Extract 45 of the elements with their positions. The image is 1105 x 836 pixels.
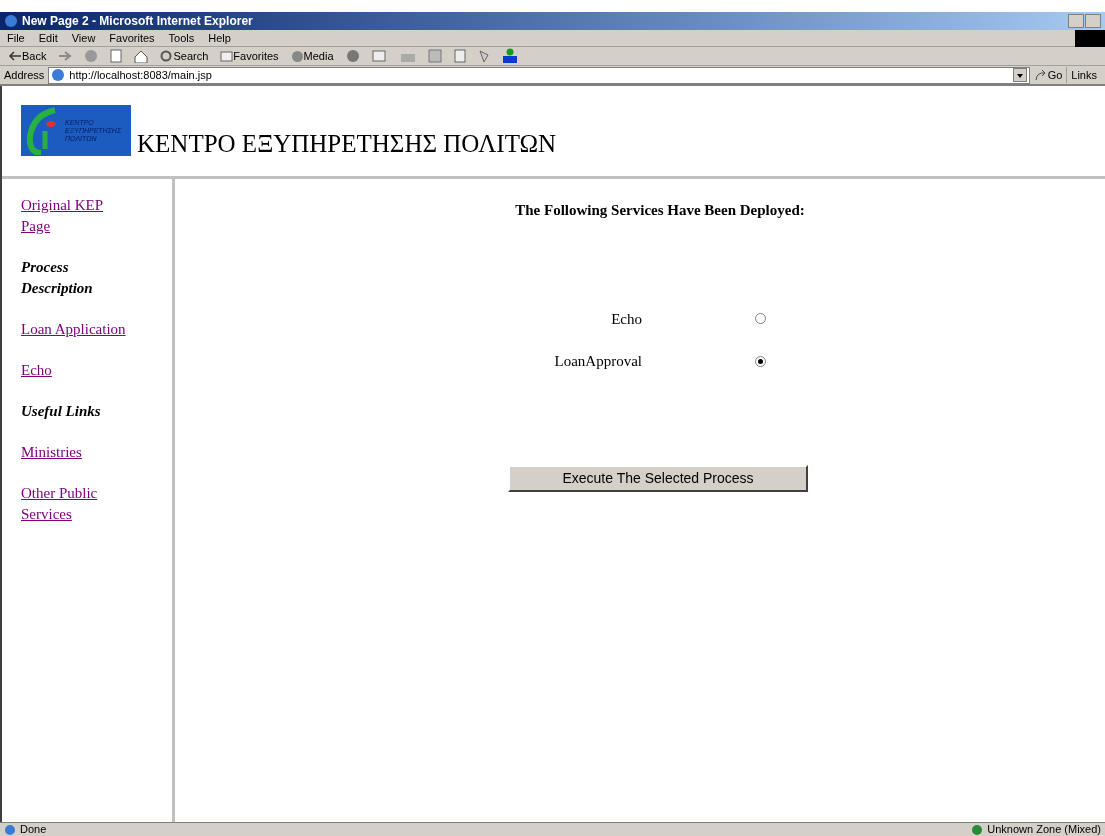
lite-icon[interactable] [501, 48, 518, 64]
menu-item[interactable]: Edit [31, 29, 65, 47]
service-radio[interactable] [754, 313, 766, 325]
menu-item[interactable]: Favorites [102, 29, 162, 47]
execute-button[interactable]: Execute The Selected Process [508, 464, 808, 492]
back-button[interactable]: Back [8, 47, 47, 65]
browser-icon [4, 14, 18, 28]
sidebar-link[interactable]: Original KEP Page [21, 195, 121, 237]
folder-icon [220, 50, 234, 62]
go-button[interactable]: Go [1033, 66, 1063, 84]
window-title: New Page 2 - Microsoft Internet Explorer [22, 13, 253, 30]
sidebar-link[interactable]: Loan Application [21, 319, 146, 340]
services-heading: The Following Services Have Been Deployed: [515, 201, 805, 220]
page-icon [51, 68, 66, 82]
menu-item[interactable]: File [0, 29, 32, 47]
globe-icon [971, 823, 984, 836]
address-field[interactable]: http://localhost:8083/main.jsp [48, 66, 1030, 84]
media-button[interactable]: Media [290, 47, 334, 65]
sidebar-link[interactable]: Ministries [21, 442, 146, 463]
zone-text: Unknown Zone (Mixed) [987, 822, 1101, 836]
menu-item[interactable]: View [64, 29, 103, 47]
site-title: ΚΕΝΤΡΟ ΕΞΥΠΗΡΕΤΗΣΗΣ ΠΟΛΙΤΩΝ [137, 131, 557, 156]
sidebar-heading: Process Description [21, 258, 94, 298]
address-label: Address [4, 67, 45, 83]
service-radio[interactable] [754, 355, 766, 367]
menu-item[interactable]: Help [201, 29, 238, 47]
page-icon [4, 823, 16, 836]
search-button[interactable]: Search [160, 47, 209, 65]
sidebar-heading: Useful Links [21, 402, 102, 421]
links-button[interactable]: Links [1066, 66, 1101, 84]
forward-icon[interactable] [58, 50, 73, 62]
restore-button[interactable] [1085, 14, 1101, 28]
sidebar-link[interactable]: Other Public Services [21, 483, 146, 525]
go-arrow-icon [1033, 69, 1048, 81]
home-icon[interactable] [134, 49, 149, 63]
dropdown-button[interactable] [1012, 68, 1027, 82]
minimize-button[interactable] [1068, 14, 1084, 28]
search-icon [160, 49, 174, 63]
menu-item[interactable]: Tools [161, 29, 202, 47]
favorites-button[interactable]: Favorites [220, 47, 279, 65]
service-name: Echo [611, 309, 643, 329]
sidebar-link[interactable]: Echo [21, 360, 146, 381]
back-arrow-icon [8, 51, 22, 61]
status-text: Done [20, 822, 47, 836]
service-name: LoanApproval [554, 352, 643, 371]
